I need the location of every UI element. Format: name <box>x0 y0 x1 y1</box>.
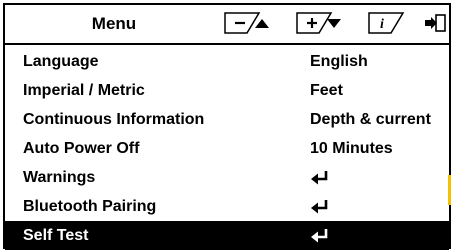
enter-icon <box>311 171 328 185</box>
minus-up-button[interactable] <box>223 11 293 35</box>
info-icon: i <box>380 17 384 32</box>
menu-header: Menu i <box>5 5 449 45</box>
menu-item[interactable]: Imperial / Metric Feet <box>5 76 449 105</box>
menu-item[interactable]: Bluetooth Pairing <box>5 192 449 221</box>
menu-item-value: English <box>310 53 368 70</box>
menu-item-label: Language <box>23 53 99 70</box>
menu-item-value: 10 Minutes <box>310 140 393 157</box>
menu-item-value: Feet <box>310 82 343 99</box>
enter-icon <box>311 200 328 214</box>
info-button[interactable]: i <box>367 11 449 35</box>
menu-item-label: Warnings <box>23 169 96 186</box>
exit-icon <box>425 14 446 32</box>
menu-title: Menu <box>91 14 137 33</box>
menu-item-label: Imperial / Metric <box>23 82 145 99</box>
menu-item-label: Continuous Information <box>23 111 205 128</box>
menu-item[interactable]: Auto Power Off 10 Minutes <box>5 134 449 163</box>
arrow-down-icon <box>327 19 341 28</box>
menu-item[interactable]: Self Test <box>5 221 449 250</box>
menu-screen: Menu i Language English Imperial / Metri… <box>3 3 451 250</box>
menu-item-label: Self Test <box>23 227 89 244</box>
menu-item-value: Depth & current <box>310 111 431 128</box>
enter-icon <box>311 229 328 243</box>
arrow-up-icon <box>255 19 269 28</box>
menu-item-label: Auto Power Off <box>23 140 140 157</box>
menu-item[interactable]: Continuous Information Depth & current <box>5 105 449 134</box>
menu-item-label: Bluetooth Pairing <box>23 198 157 215</box>
scroll-indicator <box>448 175 451 205</box>
plus-down-button[interactable] <box>295 11 365 35</box>
menu-item[interactable]: Language English <box>5 47 449 76</box>
menu-item[interactable]: Warnings <box>5 163 449 192</box>
